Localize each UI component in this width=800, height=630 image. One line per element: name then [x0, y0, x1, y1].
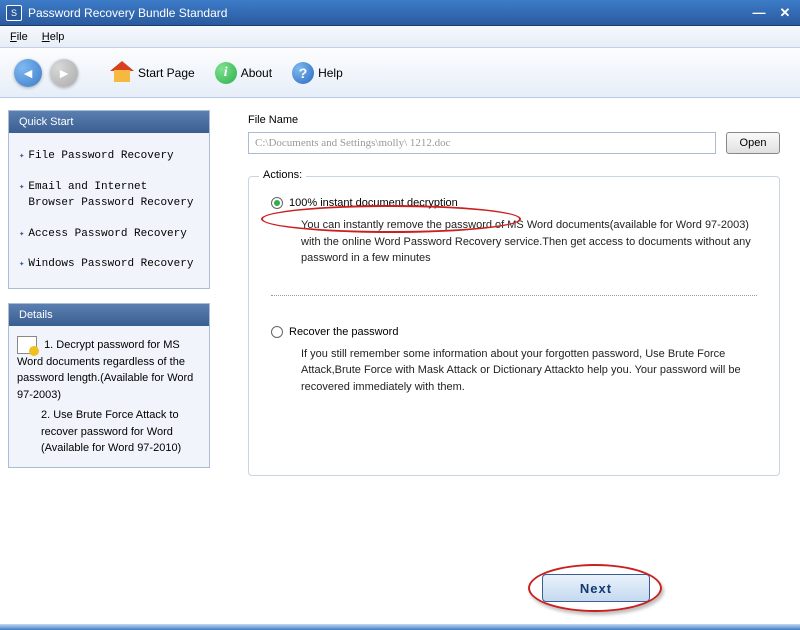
document-key-icon: [17, 336, 37, 354]
window-bottom-border: [0, 624, 800, 630]
nav-back-button[interactable]: ◄: [14, 59, 42, 87]
window-title: Password Recovery Bundle Standard: [28, 6, 750, 20]
radio-unchecked-icon: [271, 326, 283, 338]
help-button[interactable]: ? Help: [286, 58, 349, 88]
about-button[interactable]: i About: [209, 58, 278, 88]
sidebar-item-file-recovery[interactable]: File Password Recovery: [15, 141, 203, 172]
info-icon: i: [215, 62, 237, 84]
details-text-2: 2. Use Brute Force Attack to recover pas…: [17, 407, 201, 457]
minimize-button[interactable]: —: [750, 5, 768, 21]
arrow-right-icon: ►: [57, 65, 71, 81]
arrow-left-icon: ◄: [21, 65, 35, 81]
radio-recover-password[interactable]: Recover the password: [271, 326, 757, 338]
option1-label: 100% instant document decryption: [289, 197, 458, 209]
separator: [271, 295, 757, 296]
radio-checked-icon: [271, 197, 283, 209]
menu-file[interactable]: File: [10, 31, 28, 43]
app-icon: S: [6, 5, 22, 21]
nav-forward-button[interactable]: ►: [50, 59, 78, 87]
filename-input[interactable]: [248, 132, 716, 154]
titlebar: S Password Recovery Bundle Standard — ✕: [0, 0, 800, 26]
sidebar-item-windows-recovery[interactable]: Windows Password Recovery: [15, 249, 203, 280]
sidebar: Quick Start File Password Recovery Email…: [0, 98, 218, 630]
radio-instant-decryption[interactable]: 100% instant document decryption: [271, 197, 757, 209]
option2-description: If you still remember some information a…: [301, 346, 757, 396]
details-text-1: 1. Decrypt password for MS Word document…: [17, 338, 193, 400]
main-panel: File Name Open Actions: 100% instant doc…: [218, 98, 800, 630]
open-button[interactable]: Open: [726, 132, 780, 154]
start-page-button[interactable]: Start Page: [104, 57, 201, 89]
about-label: About: [241, 66, 272, 80]
next-button[interactable]: Next: [542, 574, 650, 602]
toolbar: ◄ ► Start Page i About ? Help: [0, 48, 800, 98]
menu-help[interactable]: Help: [42, 31, 65, 43]
sidebar-item-email-recovery[interactable]: Email and Internet Browser Password Reco…: [15, 172, 203, 219]
sidebar-item-access-recovery[interactable]: Access Password Recovery: [15, 219, 203, 250]
home-icon: [110, 61, 134, 85]
actions-group: Actions: 100% instant document decryptio…: [248, 176, 780, 476]
quickstart-panel: Quick Start File Password Recovery Email…: [8, 110, 210, 289]
help-icon: ?: [292, 62, 314, 84]
start-page-label: Start Page: [138, 66, 195, 80]
quickstart-header: Quick Start: [9, 111, 209, 133]
close-button[interactable]: ✕: [776, 5, 794, 21]
actions-legend: Actions:: [259, 169, 306, 181]
content-area: Quick Start File Password Recovery Email…: [0, 98, 800, 630]
filename-label: File Name: [248, 114, 780, 126]
details-header: Details: [9, 304, 209, 326]
option2-label: Recover the password: [289, 326, 398, 338]
help-label: Help: [318, 66, 343, 80]
option1-description: You can instantly remove the password of…: [301, 217, 757, 267]
menubar: File Help: [0, 26, 800, 48]
details-panel: Details 1. Decrypt password for MS Word …: [8, 303, 210, 468]
